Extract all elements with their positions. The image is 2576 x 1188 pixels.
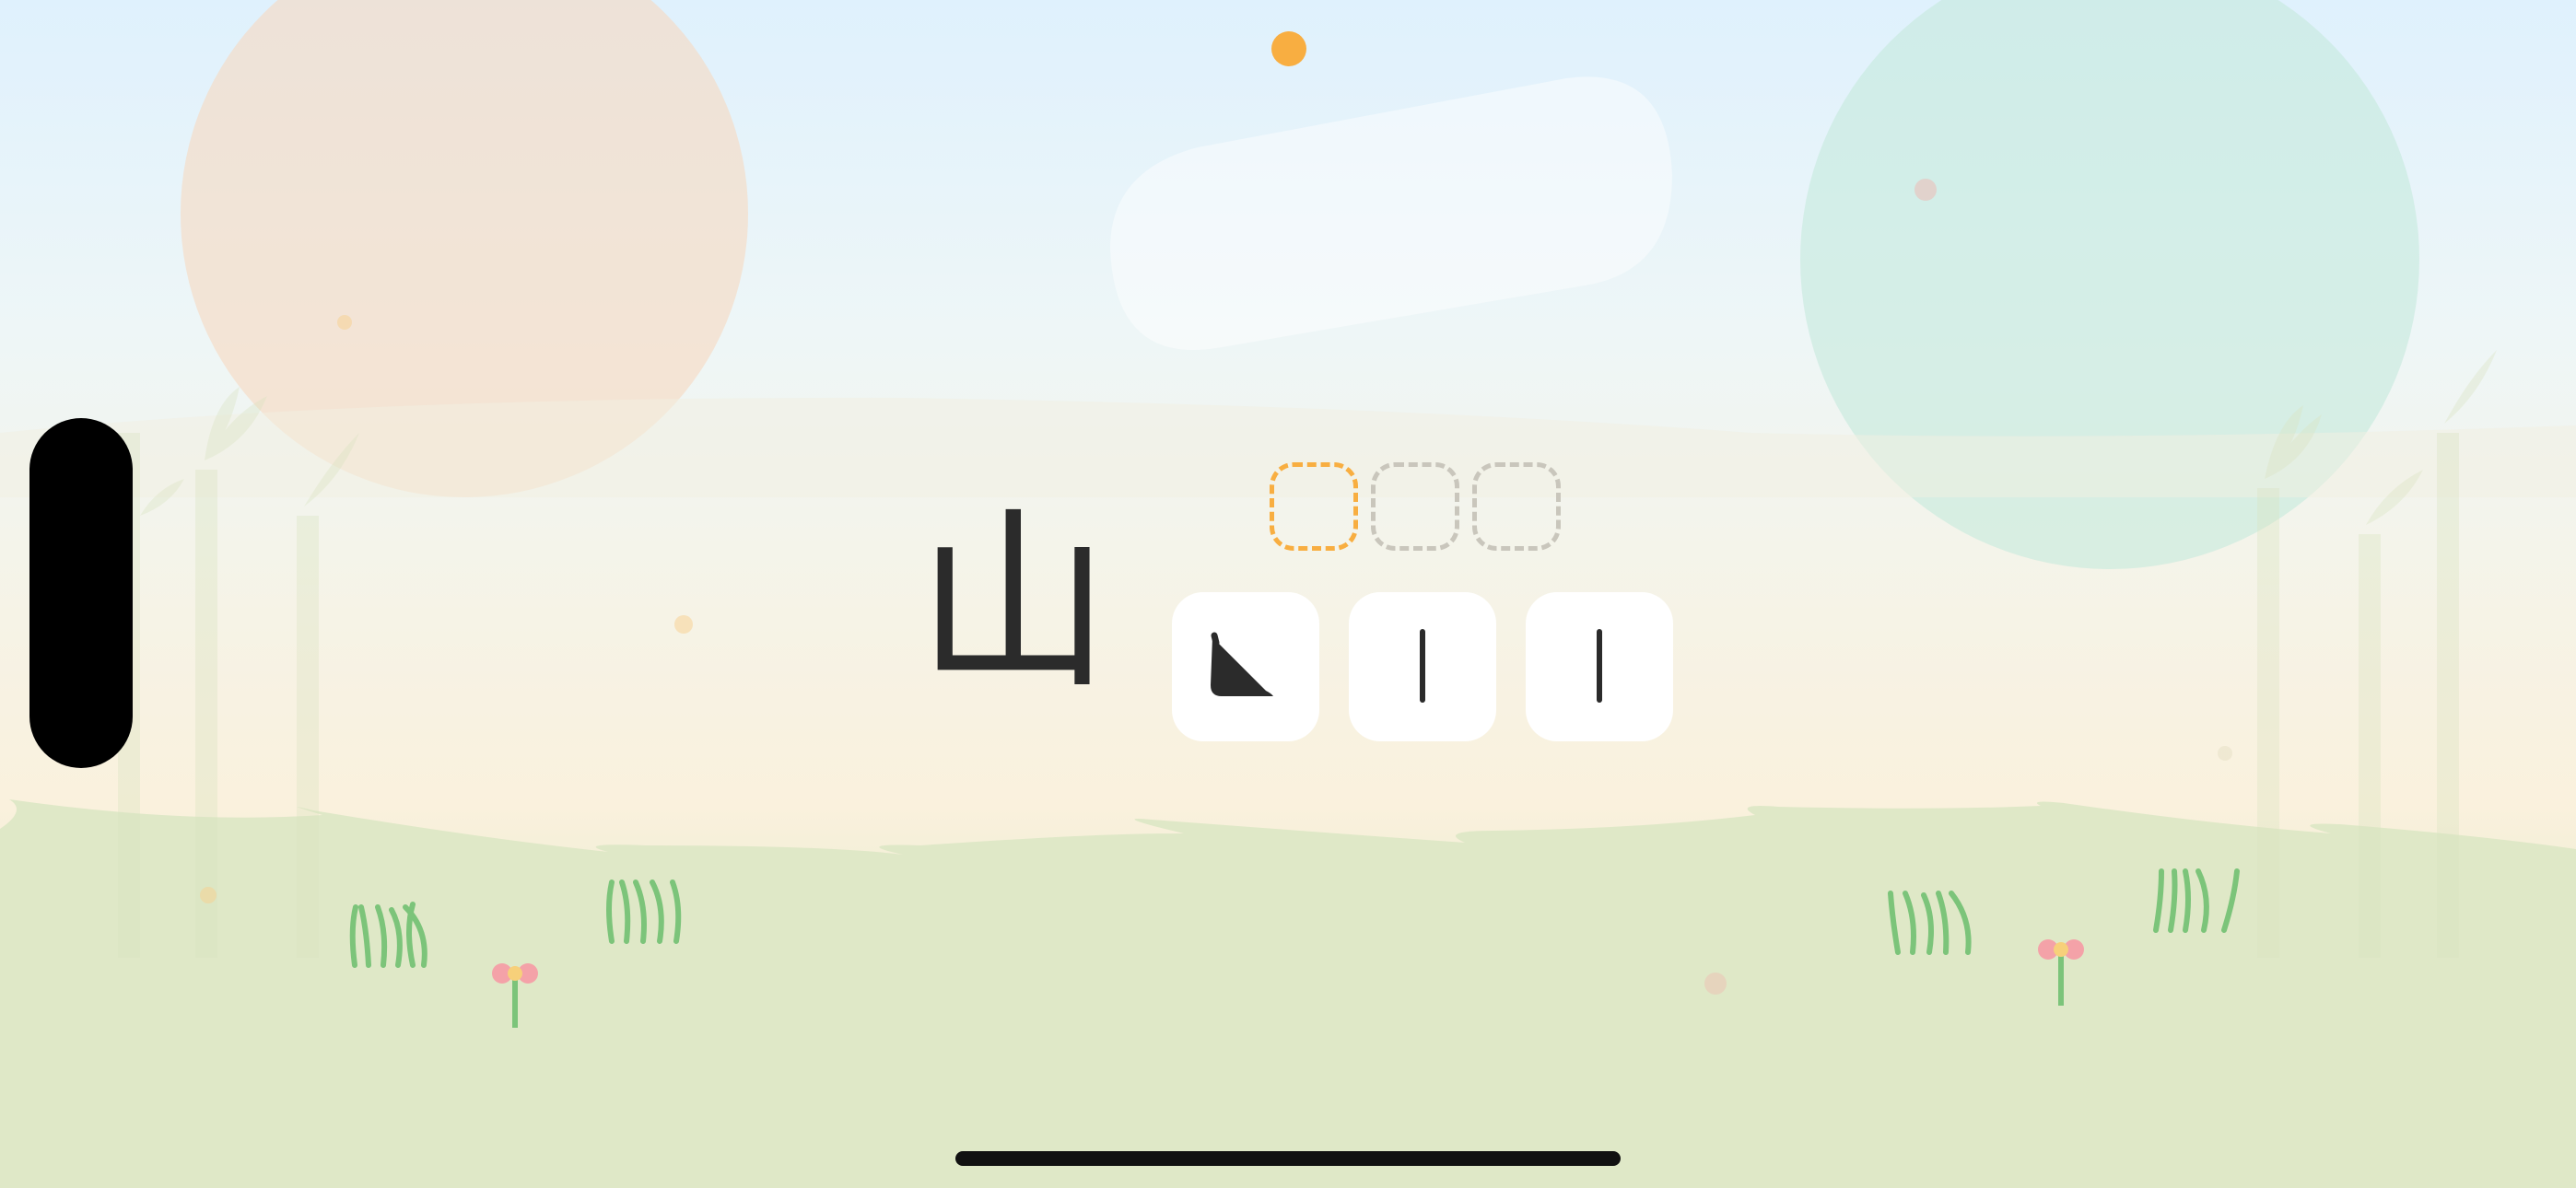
stroke-tile-2[interactable]: [1349, 592, 1496, 741]
stroke-slots: [1270, 462, 1561, 551]
home-indicator[interactable]: [955, 1151, 1621, 1166]
stroke-tile-3[interactable]: [1526, 592, 1673, 741]
vertical-stroke-icon: [1420, 629, 1425, 703]
cloud: [1110, 76, 1672, 351]
stroke-tiles: [1172, 592, 1673, 741]
vertical-stroke-icon: [1597, 629, 1602, 703]
indicator-dot[interactable]: [1271, 31, 1306, 66]
target-character: 山: [917, 490, 1111, 716]
stroke-slot-1[interactable]: [1270, 462, 1358, 551]
camera-cutout: [29, 418, 133, 768]
stroke-tile-1[interactable]: [1172, 592, 1319, 741]
vertical-turn-stroke-icon: [1211, 632, 1273, 696]
stroke-slot-2[interactable]: [1371, 462, 1459, 551]
ground: [0, 799, 2576, 1188]
stroke-slot-3[interactable]: [1472, 462, 1561, 551]
